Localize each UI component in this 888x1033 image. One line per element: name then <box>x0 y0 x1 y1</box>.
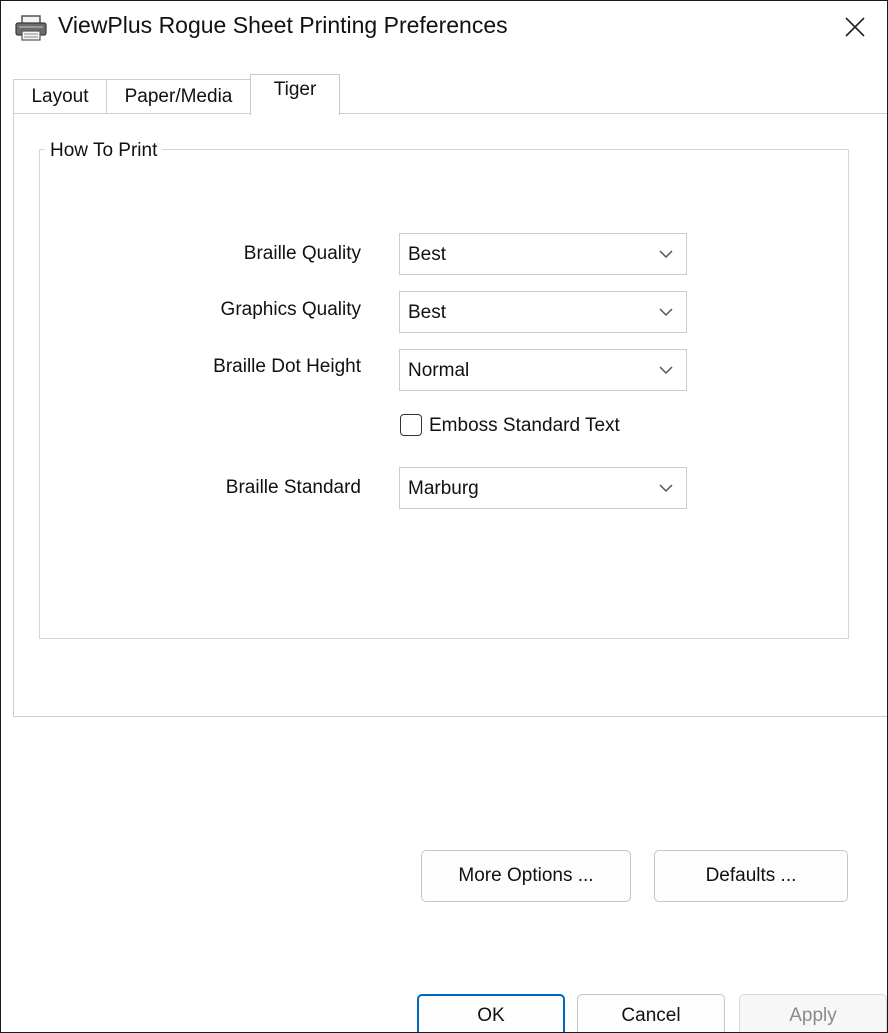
braille-dot-height-select[interactable]: Normal <box>399 349 687 391</box>
tab-tiger-label: Tiger <box>273 79 317 100</box>
tab-tiger[interactable]: Tiger <box>250 74 340 115</box>
braille-quality-value: Best <box>408 244 447 265</box>
defaults-button[interactable]: Defaults ... <box>654 850 848 902</box>
more-options-button[interactable]: More Options ... <box>421 850 631 902</box>
apply-label: Apply <box>789 1005 837 1026</box>
tab-layout[interactable]: Layout <box>13 79 107 113</box>
chevron-down-icon <box>659 308 673 317</box>
cancel-label: Cancel <box>621 1005 681 1026</box>
tab-paper-media-label: Paper/Media <box>124 86 233 107</box>
braille-quality-label: Braille Quality <box>243 243 361 264</box>
chevron-down-icon <box>659 250 673 259</box>
chevron-down-icon <box>659 366 673 375</box>
close-icon <box>845 17 865 37</box>
braille-standard-value: Marburg <box>408 478 479 499</box>
graphics-quality-select[interactable]: Best <box>399 291 687 333</box>
tab-layout-label: Layout <box>31 86 89 107</box>
tab-paper-media[interactable]: Paper/Media <box>106 79 251 113</box>
printer-icon <box>15 15 47 41</box>
chevron-down-icon <box>659 484 673 493</box>
emboss-standard-text-box[interactable] <box>400 414 422 436</box>
how-to-print-group <box>39 149 849 639</box>
window-title: ViewPlus Rogue Sheet Printing Preference… <box>58 12 508 38</box>
braille-quality-select[interactable]: Best <box>399 233 687 275</box>
braille-standard-select[interactable]: Marburg <box>399 467 687 509</box>
ok-label: OK <box>477 1005 505 1026</box>
graphics-quality-label: Graphics Quality <box>220 299 361 320</box>
cancel-button[interactable]: Cancel <box>577 994 725 1032</box>
braille-dot-height-label: Braille Dot Height <box>213 356 361 377</box>
how-to-print-legend: How To Print <box>45 139 163 163</box>
emboss-standard-text-label: Emboss Standard Text <box>429 415 620 436</box>
printing-preferences-dialog: ViewPlus Rogue Sheet Printing Preference… <box>0 0 888 1033</box>
more-options-label: More Options ... <box>458 865 594 886</box>
ok-button[interactable]: OK <box>417 994 565 1032</box>
apply-button[interactable]: Apply <box>739 994 887 1032</box>
title-bar: ViewPlus Rogue Sheet Printing Preference… <box>1 1 887 53</box>
graphics-quality-value: Best <box>408 302 447 323</box>
braille-dot-height-value: Normal <box>408 360 470 381</box>
braille-standard-label: Braille Standard <box>225 477 361 498</box>
close-button[interactable] <box>823 1 887 53</box>
defaults-label: Defaults ... <box>705 865 797 886</box>
